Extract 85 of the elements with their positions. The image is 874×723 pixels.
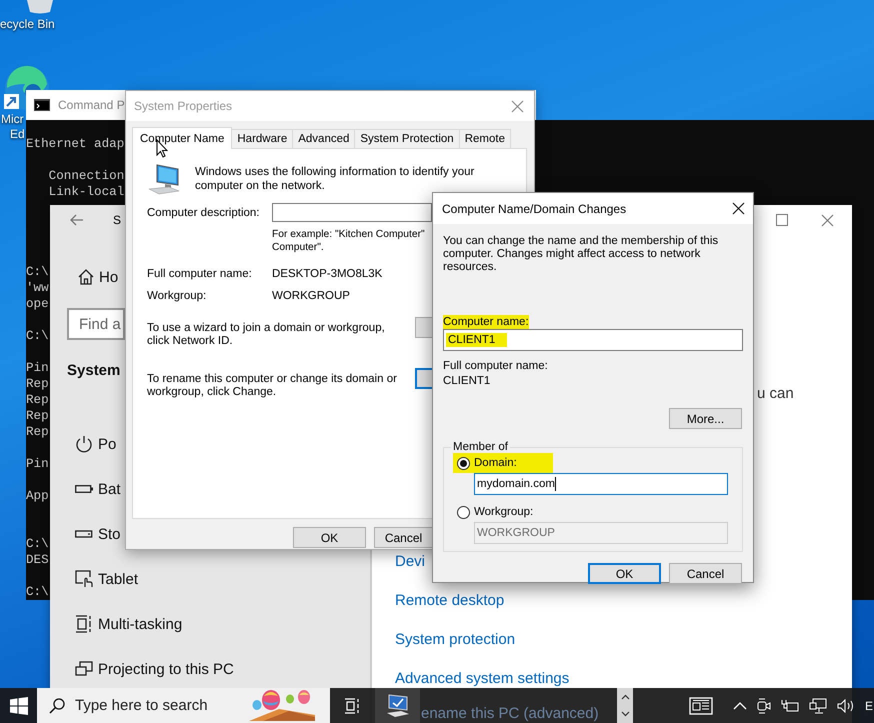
window-title: System Properties [134, 99, 232, 113]
intro-text: You can change the name and the membership of this computer. Changes might affect access to network resources. [443, 235, 720, 274]
maximize-icon[interactable] [776, 214, 788, 226]
multitasking-icon [75, 615, 93, 633]
chevron-up-icon[interactable] [732, 702, 747, 710]
nav-item[interactable]: Po [67, 429, 116, 459]
dialog-button[interactable]: Cancel [374, 527, 432, 548]
nav-item[interactable]: Ho [67, 262, 118, 292]
settings-link[interactable]: ename this PC (advanced) [421, 705, 599, 722]
field-label: Full computer name: [147, 268, 253, 280]
home-icon [77, 268, 95, 286]
instruction-text: To rename this computer or change its domain or workgroup, click Change. [147, 373, 398, 399]
windows-start-icon[interactable] [10, 696, 28, 714]
nav-item[interactable]: Bat [67, 474, 121, 504]
console-icon [34, 99, 50, 111]
radio-label: Domain: [474, 457, 517, 469]
desktop-icon-label: Ed [10, 127, 25, 142]
text-field[interactable]: WORKGROUP [474, 522, 728, 544]
storage-icon [75, 530, 93, 538]
window-title: Command P [58, 98, 125, 112]
settings-link[interactable]: Advanced system settings [395, 668, 570, 688]
power-icon [75, 435, 93, 453]
console-output: Ethernet adap Connection Link-local [26, 136, 124, 200]
plug-icon[interactable] [780, 698, 799, 712]
change-button[interactable] [415, 368, 433, 389]
radio-button[interactable] [457, 506, 470, 518]
tab[interactable]: Remote [458, 129, 511, 148]
search-field[interactable]: Find a [67, 308, 125, 340]
desktop-icon-label: ecycle Bin [0, 17, 55, 32]
volume-icon[interactable] [836, 698, 855, 712]
network-icon[interactable] [808, 698, 827, 714]
field-label: Workgroup: [147, 290, 208, 302]
chevron-up-icon [620, 694, 630, 700]
projecting-icon [75, 661, 93, 677]
more-button[interactable]: More... [669, 408, 742, 429]
desktop-icon-label: Micr [1, 112, 24, 127]
language-indicator[interactable]: E [864, 698, 873, 712]
chevron-down-icon [620, 711, 630, 718]
window-title: Computer Name/Domain Changes [442, 202, 626, 216]
nav-item[interactable]: Sto [67, 519, 121, 549]
recycle-bin-icon[interactable] [25, 0, 55, 14]
settings-link[interactable]: Devi [395, 551, 426, 571]
hint-text: For example: "Kitchen Computer" [272, 228, 425, 241]
text-field[interactable]: mydomain.com [474, 473, 728, 495]
field-value: CLIENT1 [443, 374, 490, 388]
field-value: WORKGROUP [272, 290, 350, 302]
nav-item[interactable]: Projecting to this PC [67, 654, 234, 684]
settings-link[interactable]: System protection [395, 629, 516, 649]
taskbar-app-button[interactable] [375, 688, 420, 723]
dialog-button[interactable]: OK [588, 563, 661, 584]
section-heading: System [67, 360, 120, 380]
window-title: S [113, 213, 122, 227]
field-value: DESKTOP-3MO8L3K [272, 268, 382, 280]
radio-button[interactable] [457, 456, 470, 470]
intro-text: Windows uses the following information to identify your computer on the network. [195, 165, 476, 193]
search-icon [49, 698, 65, 714]
hint-text: Computer". [272, 241, 324, 254]
settings-link[interactable]: Remote desktop [395, 590, 504, 610]
description-text: u can [757, 385, 794, 403]
camera-icon[interactable] [756, 698, 771, 714]
computer-icon [147, 163, 181, 195]
instruction-text: To use a wizard to join a domain or workgroup, click Network ID. [147, 322, 386, 348]
computer-icon [384, 692, 410, 718]
group-title: Member of [452, 441, 509, 453]
console-output: C:\ 'ww ope C:\ Pin Rep Rep Rep Rep Pin App C:\ DES C:\ [26, 264, 49, 600]
task-view-icon[interactable] [344, 698, 362, 714]
battery-icon [75, 484, 93, 494]
nav-item[interactable]: Multi-tasking [67, 609, 182, 639]
field-label: Full computer name: [443, 359, 548, 373]
scrollbar[interactable] [617, 688, 633, 723]
close-icon[interactable] [732, 202, 745, 215]
dialog-button[interactable]: Cancel [669, 563, 742, 584]
field-label: Computer description: [147, 206, 260, 218]
radio-label: Workgroup: [474, 506, 534, 518]
field-label: Computer name: [443, 315, 529, 329]
search-field[interactable]: Type here to search [37, 688, 330, 723]
tab[interactable]: Computer Name [132, 127, 232, 149]
back-icon[interactable] [70, 214, 84, 226]
computer-name-field[interactable]: CLIENT1 [443, 329, 743, 351]
network-id-button[interactable] [415, 317, 433, 338]
description-field[interactable] [272, 203, 432, 222]
tablet-icon [75, 570, 93, 588]
dialog-button[interactable]: OK [293, 527, 366, 548]
nav-item[interactable]: Tablet [67, 564, 138, 594]
news-icon[interactable] [688, 696, 713, 714]
